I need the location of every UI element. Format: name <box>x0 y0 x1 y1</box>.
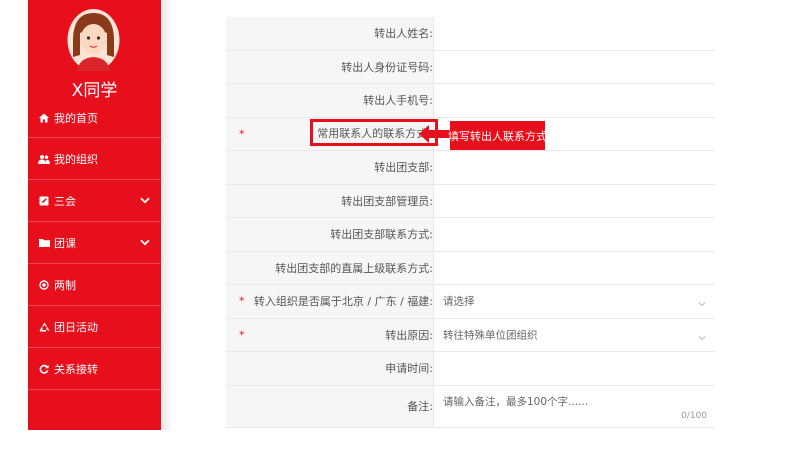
chevron-down-icon <box>698 325 706 344</box>
apply-time-input[interactable] <box>433 352 715 385</box>
transfer-form: 转出人姓名: 转出人身份证号码: 转出人手机号: * 转出团支部: 转出团支部管… <box>226 17 715 428</box>
sidebar-item-label: 关系接转 <box>54 362 98 376</box>
chevron-down-icon <box>698 292 706 311</box>
form-row-phone: 转出人手机号: <box>226 84 715 118</box>
sidebar-item-label: 团课 <box>54 236 76 250</box>
sidebar-divider <box>161 0 171 430</box>
annotation-callout: 填写转出人联系方式 <box>448 121 547 150</box>
remarks-textarea[interactable]: 请输入备注，最多100个字...... 0/100 <box>433 385 715 427</box>
avatar <box>67 9 120 71</box>
form-row-reason: * 转出原因: 转往特殊单位团组织 <box>226 318 715 352</box>
sidebar-menu: 我的首页 我的组织 三会 团课 两制 团日活动 关系接转 <box>28 98 161 390</box>
sidebar-item-label: 团日活动 <box>54 320 98 334</box>
reason-select[interactable]: 转往特殊单位团组织 <box>433 318 715 351</box>
sidebar-item-two-systems[interactable]: 两制 <box>28 264 161 306</box>
field-label: 转入组织是否属于北京 / 广东 / 福建: <box>253 295 433 309</box>
sidebar-item-label: 我的首页 <box>54 111 98 125</box>
sidebar-item-league-class[interactable]: 团课 <box>28 222 161 264</box>
form-row-superior-contact: 转出团支部的直属上级联系方式: <box>226 251 715 285</box>
field-label: 转出人身份证号码: <box>341 60 433 74</box>
phone-input[interactable] <box>433 84 715 117</box>
name-input[interactable] <box>433 17 715 50</box>
chevron-down-icon <box>140 194 150 207</box>
users-icon <box>37 154 51 164</box>
field-label: 转出团支部管理员: <box>341 194 433 208</box>
sidebar-item-label: 三会 <box>54 194 76 208</box>
form-row-branch: 转出团支部: <box>226 151 715 185</box>
sidebar-item-league-day[interactable]: 团日活动 <box>28 306 161 348</box>
region-select[interactable]: 请选择 <box>433 285 715 318</box>
sidebar-item-my-organization[interactable]: 我的组织 <box>28 138 161 180</box>
sidebar-item-home[interactable]: 我的首页 <box>28 98 161 138</box>
form-row-name: 转出人姓名: <box>226 17 715 51</box>
form-row-branch-contact: 转出团支部联系方式: <box>226 218 715 252</box>
required-marker: * <box>239 127 245 141</box>
folder-icon <box>37 238 51 247</box>
id-number-input[interactable] <box>433 50 715 83</box>
sidebar-item-label: 我的组织 <box>54 152 98 166</box>
sidebar-item-three-meetings[interactable]: 三会 <box>28 180 161 222</box>
form-row-remarks: 备注: 请输入备注，最多100个字...... 0/100 <box>226 385 715 428</box>
reason-select-value: 转往特殊单位团组织 <box>443 329 538 342</box>
remarks-placeholder: 请输入备注，最多100个字...... <box>443 395 589 408</box>
sidebar: X同学 我的首页 我的组织 三会 团课 两制 团日活动 关系接转 <box>28 0 161 430</box>
field-label: 转出原因: <box>385 328 433 342</box>
field-label: 转出人姓名: <box>374 27 433 41</box>
field-label: 转出团支部的直属上级联系方式: <box>275 261 433 275</box>
superior-contact-input[interactable] <box>433 251 715 284</box>
branch-contact-input[interactable] <box>433 218 715 251</box>
arrow-left-icon <box>419 125 451 143</box>
chevron-down-icon <box>140 236 150 249</box>
field-label: 常用联系人的联系方式: <box>317 126 431 140</box>
field-label: 申请时间: <box>385 362 433 376</box>
field-label: 转出团支部: <box>374 161 433 175</box>
field-label: 转出人手机号: <box>363 94 433 108</box>
sidebar-item-relation-transfer[interactable]: 关系接转 <box>28 348 161 390</box>
required-marker: * <box>239 328 245 342</box>
region-select-placeholder: 请选择 <box>443 295 475 308</box>
form-row-id-number: 转出人身份证号码: <box>226 50 715 84</box>
home-icon <box>37 113 51 123</box>
branch-input[interactable] <box>433 151 715 184</box>
field-label: 备注: <box>407 400 433 413</box>
required-marker: * <box>239 294 245 308</box>
form-row-branch-admin: 转出团支部管理员: <box>226 184 715 218</box>
branch-admin-input[interactable] <box>433 184 715 217</box>
recycle-icon <box>37 322 51 332</box>
sidebar-item-label: 两制 <box>54 278 76 292</box>
char-counter: 0/100 <box>681 410 707 421</box>
form-row-apply-time: 申请时间: <box>226 352 715 386</box>
target-icon <box>37 279 51 290</box>
field-label: 转出团支部联系方式: <box>330 228 433 242</box>
form-row-region: * 转入组织是否属于北京 / 广东 / 福建: 请选择 <box>226 285 715 319</box>
refresh-icon <box>37 364 51 374</box>
edit-icon <box>37 196 51 206</box>
